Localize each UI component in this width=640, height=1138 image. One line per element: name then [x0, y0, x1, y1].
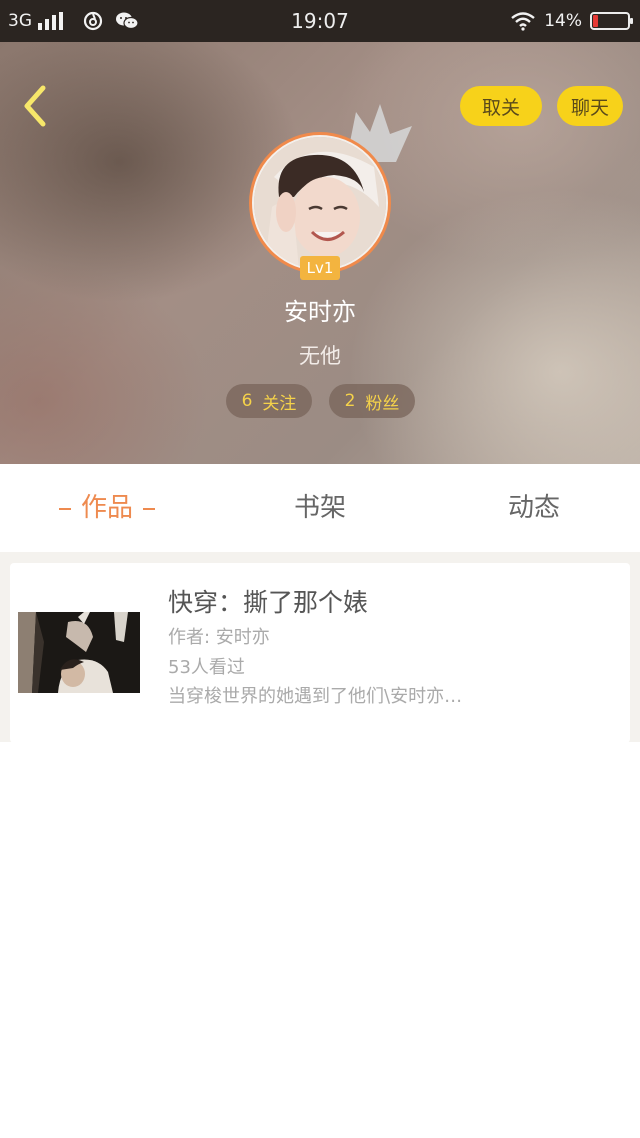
tab-works-label: 作品: [80, 493, 133, 523]
tab-bookshelf[interactable]: 书架: [260, 464, 380, 552]
wifi-icon: [511, 12, 535, 31]
work-author: 作者: 安时亦: [168, 627, 270, 648]
profile-header: 取关 聊天 Lv1 安时亦 无他 6 关注 2 粉丝: [0, 42, 640, 464]
work-read-count: 53人看过: [168, 657, 245, 678]
battery-percent: 14%: [544, 11, 582, 31]
following-count-button[interactable]: 6 关注: [226, 384, 312, 418]
active-indicator-right: [143, 507, 155, 510]
battery-level: [593, 15, 598, 27]
avatar-image: [254, 137, 386, 269]
profile-tabs: 作品 书架 动态: [0, 464, 640, 552]
chat-button[interactable]: 聊天: [557, 86, 623, 126]
fans-label: 粉丝: [365, 393, 400, 414]
unfollow-button[interactable]: 取关: [460, 86, 542, 126]
chevron-left-icon: [24, 85, 46, 127]
username: 安时亦: [284, 298, 356, 326]
following-count: 6: [241, 391, 253, 411]
level-badge: Lv1: [300, 256, 340, 280]
work-card[interactable]: 快穿：撕了那个婊 作者: 安时亦 53人看过 当穿梭世界的她遇到了他们\安时亦…: [10, 563, 630, 743]
work-description: 当穿梭世界的她遇到了他们\安时亦…: [168, 686, 463, 707]
battery-icon: [590, 12, 633, 30]
back-button[interactable]: [14, 82, 54, 130]
status-right: 14%: [510, 0, 633, 42]
status-bar: 3G 19:07 14%: [0, 0, 640, 42]
signature: 无他: [299, 344, 341, 368]
avatar-photo: [254, 137, 386, 269]
active-indicator-left: [58, 507, 71, 510]
tab-activity[interactable]: 动态: [474, 464, 594, 552]
fans-count: 2: [344, 391, 356, 411]
following-label: 关注: [262, 393, 297, 414]
work-title: 快穿：撕了那个婊: [168, 588, 369, 617]
avatar[interactable]: [249, 132, 391, 274]
fans-count-button[interactable]: 2 粉丝: [329, 384, 415, 418]
work-cover-image: [18, 612, 140, 693]
cover-art: [18, 612, 140, 693]
tab-works[interactable]: 作品: [46, 464, 168, 552]
